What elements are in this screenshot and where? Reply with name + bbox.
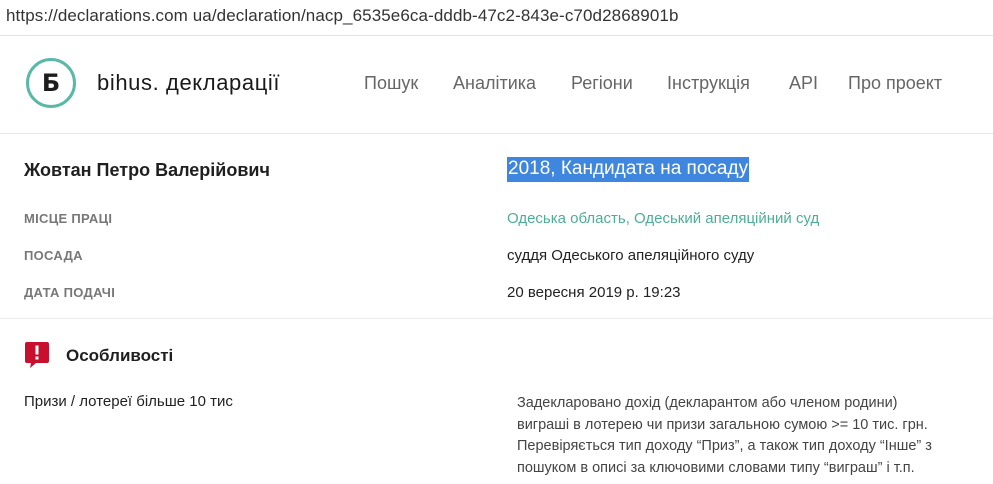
region-link[interactable]: Одеська область xyxy=(507,210,626,227)
site-header: Б bihus. декларації Пошук Аналітика Регі… xyxy=(0,37,993,134)
workplace-value: Одеська область, Одеський апеляційний су… xyxy=(507,210,819,227)
court-link[interactable]: Одеський апеляційний суд xyxy=(634,210,819,227)
position-label: ПОСАДА xyxy=(24,248,83,263)
logo-icon[interactable]: Б xyxy=(26,58,76,108)
features-title: Особливості xyxy=(66,346,174,365)
workplace-label: МІСЦЕ ПРАЦІ xyxy=(24,211,113,226)
brand-name[interactable]: bihus. декларації xyxy=(97,70,280,96)
feature-description-line: Перевіряється тип доходу “Приз”, а також… xyxy=(517,438,932,454)
nav-api[interactable]: API xyxy=(789,73,818,94)
feature-description-line: Задекларовано дохід (декларантом або чле… xyxy=(517,395,898,411)
nav-analytics[interactable]: Аналітика xyxy=(453,73,536,94)
declaration-type: 2018, Кандидата на посаду xyxy=(507,157,750,182)
feature-name: Призи / лотереї більше 10 тис xyxy=(24,393,233,410)
feature-description-line: виграші в лотерею чи призи загальною сум… xyxy=(517,416,928,433)
section-divider xyxy=(0,318,993,319)
position-value: суддя Одеського апеляційного суду xyxy=(507,247,755,264)
nav-regions[interactable]: Регіони xyxy=(571,73,633,94)
logo-glyph: Б xyxy=(41,69,61,97)
nav-instructions[interactable]: Інструкція xyxy=(667,73,750,94)
link-separator: , xyxy=(625,210,635,227)
submission-date-value: 20 вересня 2019 р. 19:23 xyxy=(507,284,681,301)
browser-url-bar[interactable]: https://declarations.com ua/declaration/… xyxy=(0,0,993,36)
nav-about[interactable]: Про проект xyxy=(848,73,942,94)
alert-icon xyxy=(25,342,49,368)
url-text[interactable]: https://declarations.com ua/declaration/… xyxy=(6,6,679,26)
declarant-name: Жовтан Петро Валерійович xyxy=(24,160,270,180)
feature-description-line: пошуком в описі за ключовими словами тип… xyxy=(517,459,915,476)
nav-search[interactable]: Пошук xyxy=(364,73,418,94)
submission-date-label: ДАТА ПОДАЧІ xyxy=(24,285,116,300)
feature-description: Задекларовано дохід (декларантом або чле… xyxy=(517,393,987,479)
